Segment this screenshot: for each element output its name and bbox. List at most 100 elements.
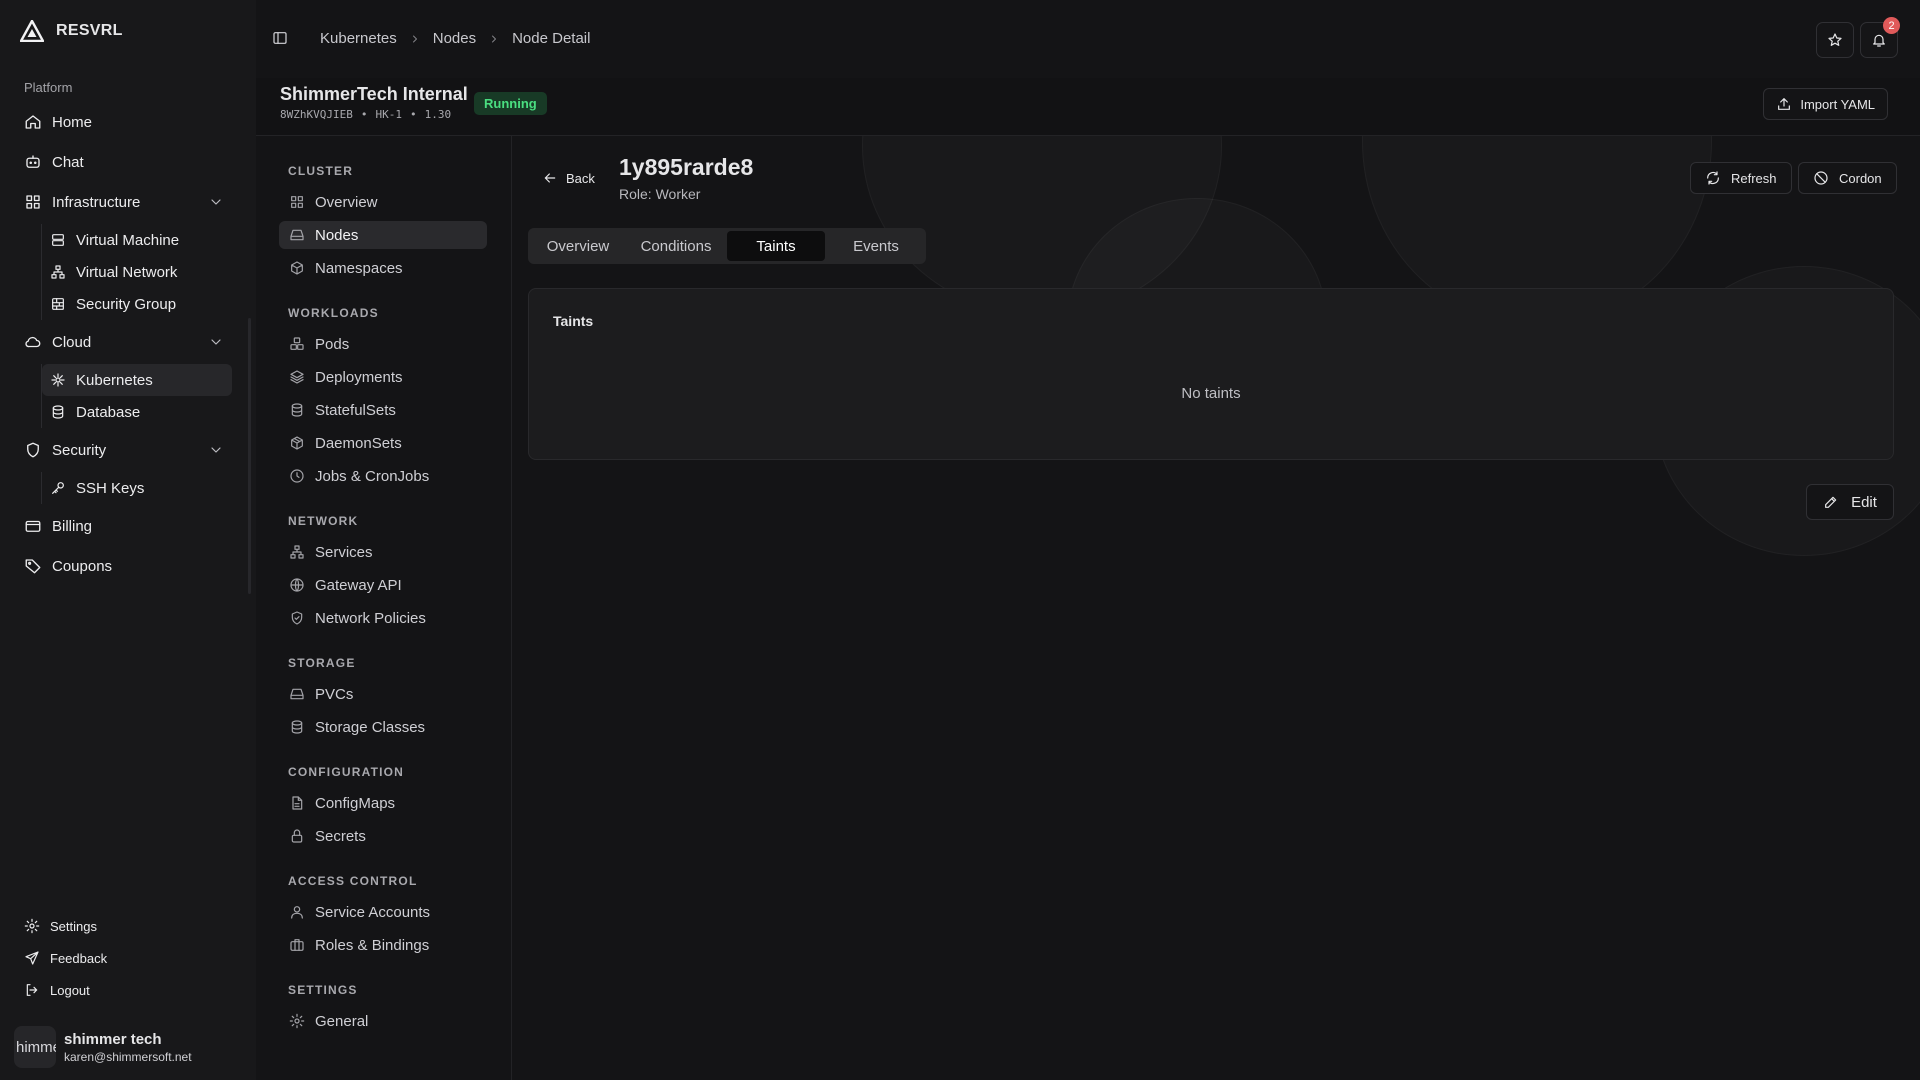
sidebar-toggle-icon [273,32,287,44]
sidebar-item-billing[interactable]: Billing [16,510,232,542]
sidebar-item-label: Coupons [52,557,113,575]
cluster-nav-roles-bindings[interactable]: Roles & Bindings [279,931,487,959]
sidebar-item-home[interactable]: Home [16,106,232,138]
sidebar-item-label: Security Group [76,295,177,313]
cluster-nav-label: Service Accounts [315,903,431,921]
sidebar-nav: Home Chat Infrastructure Virtual Machine… [16,106,232,582]
cluster-nav-gateway-api[interactable]: Gateway API [279,571,487,599]
sidebar-scrollbar[interactable] [248,318,251,594]
cluster-nav: CLUSTER Overview Nodes Namespaces WORKLO… [256,136,512,1080]
refresh-button[interactable]: Refresh [1690,162,1792,194]
cluster-nav-daemonsets[interactable]: DaemonSets [279,429,487,457]
sidebar-item-virtual-machine[interactable]: Virtual Machine [42,224,232,256]
cluster-nav-label: StatefulSets [315,401,396,419]
chevron-right-icon [492,35,497,42]
tab-events[interactable]: Events [829,231,923,261]
sidebar-item-coupons[interactable]: Coupons [16,550,232,582]
chevron-down-icon[interactable] [208,334,224,350]
briefcase-icon [290,939,304,951]
sidebar-item-label: Settings [50,918,97,934]
meta-separator: • [360,108,368,121]
user-profile[interactable]: himme shimmer tech karen@shimmersoft.net [14,1026,192,1068]
cluster-nav-network-policies[interactable]: Network Policies [279,604,487,632]
cluster-nav-deployments[interactable]: Deployments [279,363,487,391]
sidebar-item-virtual-network[interactable]: Virtual Network [42,256,232,288]
box-icon [291,261,303,275]
sidebar-item-label: Home [52,113,93,131]
notifications-button[interactable]: 2 [1860,17,1900,58]
taints-card: Taints No taints [528,288,1894,460]
layers-icon [290,370,304,384]
upload-icon [1778,98,1791,110]
cloud-icon [25,336,41,348]
sidebar-item-settings[interactable]: Settings [16,910,232,942]
cluster-nav-general[interactable]: General [279,1007,487,1035]
sidebar-item-ssh-keys[interactable]: SSH Keys [42,472,232,504]
import-yaml-label: Import YAML [1800,96,1875,112]
cluster-nav-pvcs[interactable]: PVCs [279,680,487,708]
cluster-nav-pods[interactable]: Pods [279,330,487,358]
bell-icon [1873,34,1885,47]
firewall-icon [52,298,64,310]
database-icon [52,405,64,419]
sidebar-item-label: Feedback [50,950,108,966]
cluster-nav-statefulsets[interactable]: StatefulSets [279,396,487,424]
cluster-nav-storage-classes[interactable]: Storage Classes [279,713,487,741]
import-yaml-button[interactable]: Import YAML [1763,88,1888,120]
tab-conditions[interactable]: Conditions [629,231,723,261]
sidebar-item-security[interactable]: Security [16,434,232,466]
tab-taints[interactable]: Taints [727,231,825,261]
back-button[interactable]: Back [542,170,595,186]
cluster-nav-secrets[interactable]: Secrets [279,822,487,850]
cluster-nav-overview[interactable]: Overview [279,188,487,216]
sidebar-submenu: SSH Keys [41,472,232,504]
sidebar-toggle-button[interactable] [272,30,288,46]
sidebar-footer: Settings Feedback Logout [16,910,232,1006]
chevron-down-icon[interactable] [208,194,224,210]
page-title: 1y895rarde8 [619,154,754,180]
section-label-configuration: CONFIGURATION [288,765,405,779]
overview-icon [291,196,303,208]
sidebar-item-database[interactable]: Database [42,396,232,428]
tab-overview[interactable]: Overview [531,231,625,261]
sidebar-item-logout[interactable]: Logout [16,974,232,1006]
avatar: himme [14,1026,56,1068]
user-icon [291,906,303,919]
sidebar-item-kubernetes[interactable]: Kubernetes [42,364,232,396]
cluster-nav-jobs[interactable]: Jobs & CronJobs [279,462,487,490]
sidebar-item-infrastructure[interactable]: Infrastructure [16,186,232,218]
cluster-region: HK-1 [375,108,402,121]
cluster-meta: 8WZhKVQJIEB • HK-1 • 1.30 [280,108,451,121]
cluster-nav-service-accounts[interactable]: Service Accounts [279,898,487,926]
cordon-button[interactable]: Cordon [1798,162,1897,194]
sidebar-item-security-group[interactable]: Security Group [42,288,232,320]
back-label: Back [566,170,595,186]
cluster-nav-label: Overview [315,193,378,211]
clock-icon [290,469,304,483]
cluster-nav-label: Roles & Bindings [315,936,430,954]
cluster-nav-configmaps[interactable]: ConfigMaps [279,789,487,817]
star-icon [1828,33,1842,46]
chevron-down-icon[interactable] [208,442,224,458]
node-tabs: Overview Conditions Taints Events [528,228,926,264]
cluster-nav-namespaces[interactable]: Namespaces [279,254,487,282]
cluster-nav-services[interactable]: Services [279,538,487,566]
chat-icon [26,155,40,168]
breadcrumb-nodes[interactable]: Nodes [433,30,476,47]
sidebar-item-chat[interactable]: Chat [16,146,232,178]
favorite-button[interactable] [1816,22,1854,58]
database-icon [291,720,303,734]
sidebar-item-label: Logout [50,982,90,998]
sidebar-item-feedback[interactable]: Feedback [16,942,232,974]
shield-check-icon [291,611,303,625]
sidebar-item-cloud[interactable]: Cloud [16,326,232,358]
sidebar-item-label: Database [76,403,141,421]
home-icon [25,115,41,129]
breadcrumb-kubernetes[interactable]: Kubernetes [320,30,397,47]
database-icon [291,403,303,417]
section-label-workloads: WORKLOADS [288,306,379,320]
edit-taints-button[interactable]: Edit [1806,484,1894,520]
brand[interactable]: RESVRL [20,20,123,42]
empty-state: No taints [1181,385,1241,402]
cluster-nav-nodes[interactable]: Nodes [279,221,487,249]
